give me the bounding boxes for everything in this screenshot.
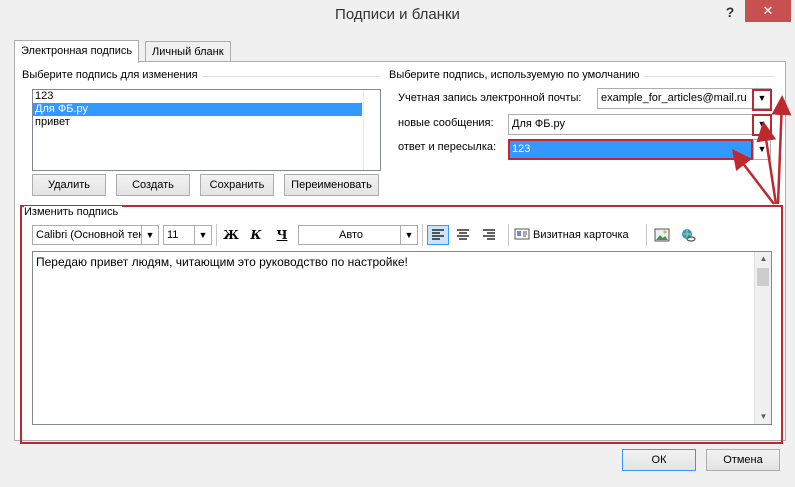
toolbar-separator [508,224,509,246]
insert-hyperlink-button[interactable] [677,225,699,245]
font-select[interactable]: Calibri (Основной текс ▼ [32,225,159,245]
color-value: Авто [339,229,363,241]
business-card-icon [514,228,530,240]
ok-button[interactable]: ОК [622,449,696,471]
scroll-up-icon[interactable]: ▲ [755,252,772,266]
toolbar-separator [646,224,647,246]
business-card-button[interactable]: Визитная карточка [514,225,629,245]
underline-button[interactable]: Ч [271,225,293,245]
align-center-button[interactable] [452,225,474,245]
align-left-icon [432,229,444,240]
chevron-down-icon[interactable]: ▼ [194,226,211,244]
scroll-thumb[interactable] [757,268,769,286]
tab-email-signature[interactable]: Электронная подпись [14,40,140,63]
align-left-button[interactable] [427,225,449,245]
align-center-icon [457,229,469,240]
scroll-down-icon[interactable]: ▼ [755,410,772,424]
font-value: Calibri (Основной текс [36,229,149,241]
size-select[interactable]: 11 ▼ [163,225,212,245]
align-right-icon [483,229,495,240]
toolbar-separator [422,224,423,246]
signature-editor[interactable]: Передаю привет людям, читающим это руков… [32,251,772,425]
italic-button[interactable]: К [245,225,267,245]
align-right-button[interactable] [478,225,500,245]
edit-signature-label: Изменить подпись [24,206,123,218]
color-select[interactable]: Авто ▼ [298,225,418,245]
insert-picture-button[interactable] [651,225,673,245]
editor-scrollbar[interactable]: ▲ ▼ [754,252,771,424]
chevron-down-icon[interactable]: ▼ [141,226,158,244]
toolbar-separator [216,224,217,246]
business-card-label: Визитная карточка [533,229,629,241]
signature-body-text: Передаю привет людям, читающим это руков… [36,255,408,269]
size-value: 11 [167,229,179,241]
bold-button[interactable]: Ж [220,225,242,245]
picture-icon [654,228,670,242]
cancel-button[interactable]: Отмена [706,449,780,471]
annotation-arrow [771,95,792,205]
hyperlink-icon [682,229,696,242]
chevron-down-icon[interactable]: ▼ [400,226,417,244]
